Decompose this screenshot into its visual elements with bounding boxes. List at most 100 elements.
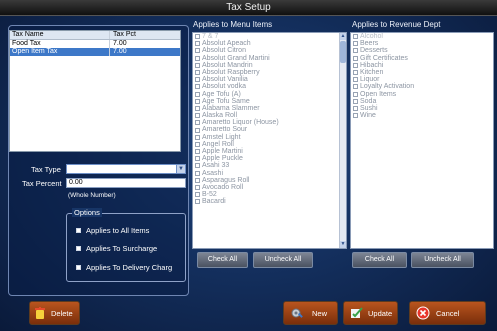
list-item[interactable]: Soda: [351, 98, 493, 105]
option-applies-delivery-charge[interactable]: Applies To Delivery Charg: [76, 263, 172, 272]
revenue-dept-list[interactable]: Alcohol Beers Desserts Gift Certificates Hib…: [350, 32, 494, 249]
list-item[interactable]: B-52: [193, 191, 346, 198]
tax-percent-input[interactable]: 0.00: [66, 178, 186, 188]
checkbox[interactable]: [195, 48, 200, 54]
checkbox[interactable]: [353, 77, 358, 83]
checkbox[interactable]: [195, 127, 200, 133]
checkbox[interactable]: [195, 185, 200, 191]
update-button[interactable]: Update: [343, 301, 398, 325]
table-row[interactable]: Food Tax 7.00: [10, 40, 180, 48]
checkbox[interactable]: [353, 48, 358, 54]
scroll-up-icon[interactable]: ▲: [340, 33, 346, 40]
revenue-check-all-button[interactable]: Check All: [352, 252, 407, 268]
list-item[interactable]: Age Tofu (A): [193, 91, 346, 98]
checkbox[interactable]: [195, 70, 200, 76]
chevron-down-icon[interactable]: ▼: [176, 165, 185, 173]
list-item[interactable]: Absolut Raspberry: [193, 69, 346, 76]
checkbox[interactable]: [195, 192, 200, 198]
option-applies-surcharge[interactable]: Applies To Surcharge: [76, 244, 157, 253]
list-item[interactable]: Amaretto Liquor (House): [193, 119, 346, 126]
checkbox[interactable]: [353, 113, 358, 119]
checkbox[interactable]: [195, 84, 200, 90]
checkbox[interactable]: [195, 120, 200, 126]
menu-items-list[interactable]: 7 & 7 Absolut Apeach Absolut Citron Absolut…: [192, 32, 347, 249]
checkbox[interactable]: [353, 98, 358, 104]
checkbox[interactable]: [195, 41, 200, 47]
list-item[interactable]: Absolut Vanilia: [193, 76, 346, 83]
revenue-uncheck-all-button[interactable]: Uncheck All: [411, 252, 474, 268]
option-applies-all-items[interactable]: Applies to All Items: [76, 226, 149, 235]
checkbox[interactable]: [195, 77, 200, 83]
table-row[interactable]: Open Item Tax 7.00: [10, 48, 180, 56]
list-item[interactable]: Sushi: [351, 105, 493, 112]
list-item[interactable]: Loyalty Activation: [351, 83, 493, 90]
list-item[interactable]: Asashi: [193, 170, 346, 177]
scroll-down-icon[interactable]: ▼: [340, 241, 346, 248]
checkbox[interactable]: [353, 105, 358, 111]
list-item[interactable]: Age Tofu Same: [193, 98, 346, 105]
checkbox[interactable]: [195, 156, 200, 162]
menu-items-scrollbar[interactable]: ▲ ▼: [339, 33, 346, 248]
checkbox[interactable]: [76, 228, 81, 233]
checkbox[interactable]: [195, 113, 200, 119]
checkbox[interactable]: [195, 199, 200, 205]
list-item[interactable]: Apple Puckle: [193, 155, 346, 162]
tax-name-column-header[interactable]: Tax Name: [10, 31, 110, 39]
list-item[interactable]: Amaretto Sour: [193, 126, 346, 133]
list-item[interactable]: Alabama Slammer: [193, 105, 346, 112]
checkbox[interactable]: [76, 265, 81, 270]
list-item[interactable]: Alcohol: [351, 33, 493, 40]
checkbox[interactable]: [195, 91, 200, 97]
checkbox[interactable]: [195, 105, 200, 111]
checkbox[interactable]: [353, 55, 358, 61]
list-item[interactable]: Angel Roll: [193, 141, 346, 148]
menu-uncheck-all-button[interactable]: Uncheck All: [253, 252, 313, 268]
checkbox[interactable]: [195, 134, 200, 140]
new-button[interactable]: New: [283, 301, 338, 325]
checkbox[interactable]: [195, 141, 200, 147]
list-item[interactable]: Absolut Citron: [193, 47, 346, 54]
list-item[interactable]: Open Items: [351, 91, 493, 98]
list-item[interactable]: Asahi 33: [193, 162, 346, 169]
checkbox[interactable]: [353, 84, 358, 90]
list-item[interactable]: Kitchen: [351, 69, 493, 76]
list-item[interactable]: Apple Martini: [193, 148, 346, 155]
list-item[interactable]: Absolut vodka: [193, 83, 346, 90]
checkbox[interactable]: [353, 41, 358, 47]
checkbox[interactable]: [195, 177, 200, 183]
checkbox[interactable]: [353, 91, 358, 97]
checkbox[interactable]: [195, 149, 200, 155]
list-item[interactable]: Avocado Roll: [193, 184, 346, 191]
list-item[interactable]: Absolut Mandrin: [193, 62, 346, 69]
delete-button[interactable]: Delete: [29, 301, 80, 325]
list-item[interactable]: Gift Certificates: [351, 55, 493, 62]
list-item[interactable]: Absolut Grand Martini: [193, 55, 346, 62]
scroll-thumb[interactable]: [340, 41, 346, 63]
checkbox[interactable]: [195, 62, 200, 68]
checkbox[interactable]: [353, 70, 358, 76]
list-item[interactable]: Asparagus Roll: [193, 177, 346, 184]
checkbox[interactable]: [195, 170, 200, 176]
tax-pct-column-header[interactable]: Tax Pct: [110, 31, 180, 39]
list-item[interactable]: Absolut Apeach: [193, 40, 346, 47]
list-item[interactable]: 7 & 7: [193, 33, 346, 40]
menu-check-all-button[interactable]: Check All: [197, 252, 248, 268]
list-item[interactable]: Liquor: [351, 76, 493, 83]
list-item[interactable]: Bacardi: [193, 198, 346, 205]
checkbox[interactable]: [353, 62, 358, 68]
checkbox[interactable]: [195, 98, 200, 104]
tax-type-select[interactable]: ▼: [66, 164, 186, 174]
checkbox[interactable]: [76, 246, 81, 251]
checkbox[interactable]: [195, 55, 200, 61]
checkbox[interactable]: [195, 163, 200, 169]
list-item[interactable]: Desserts: [351, 47, 493, 54]
checkbox[interactable]: [195, 34, 200, 40]
list-item[interactable]: Wine: [351, 112, 493, 119]
list-item[interactable]: Alaska Roll: [193, 112, 346, 119]
tax-table[interactable]: Tax Name Tax Pct Food Tax 7.00 Open Item…: [9, 30, 181, 152]
list-item[interactable]: Hibachi: [351, 62, 493, 69]
list-item[interactable]: Amstel Light: [193, 134, 346, 141]
checkbox[interactable]: [353, 34, 358, 40]
cancel-button[interactable]: Cancel: [409, 301, 486, 325]
list-item[interactable]: Beers: [351, 40, 493, 47]
